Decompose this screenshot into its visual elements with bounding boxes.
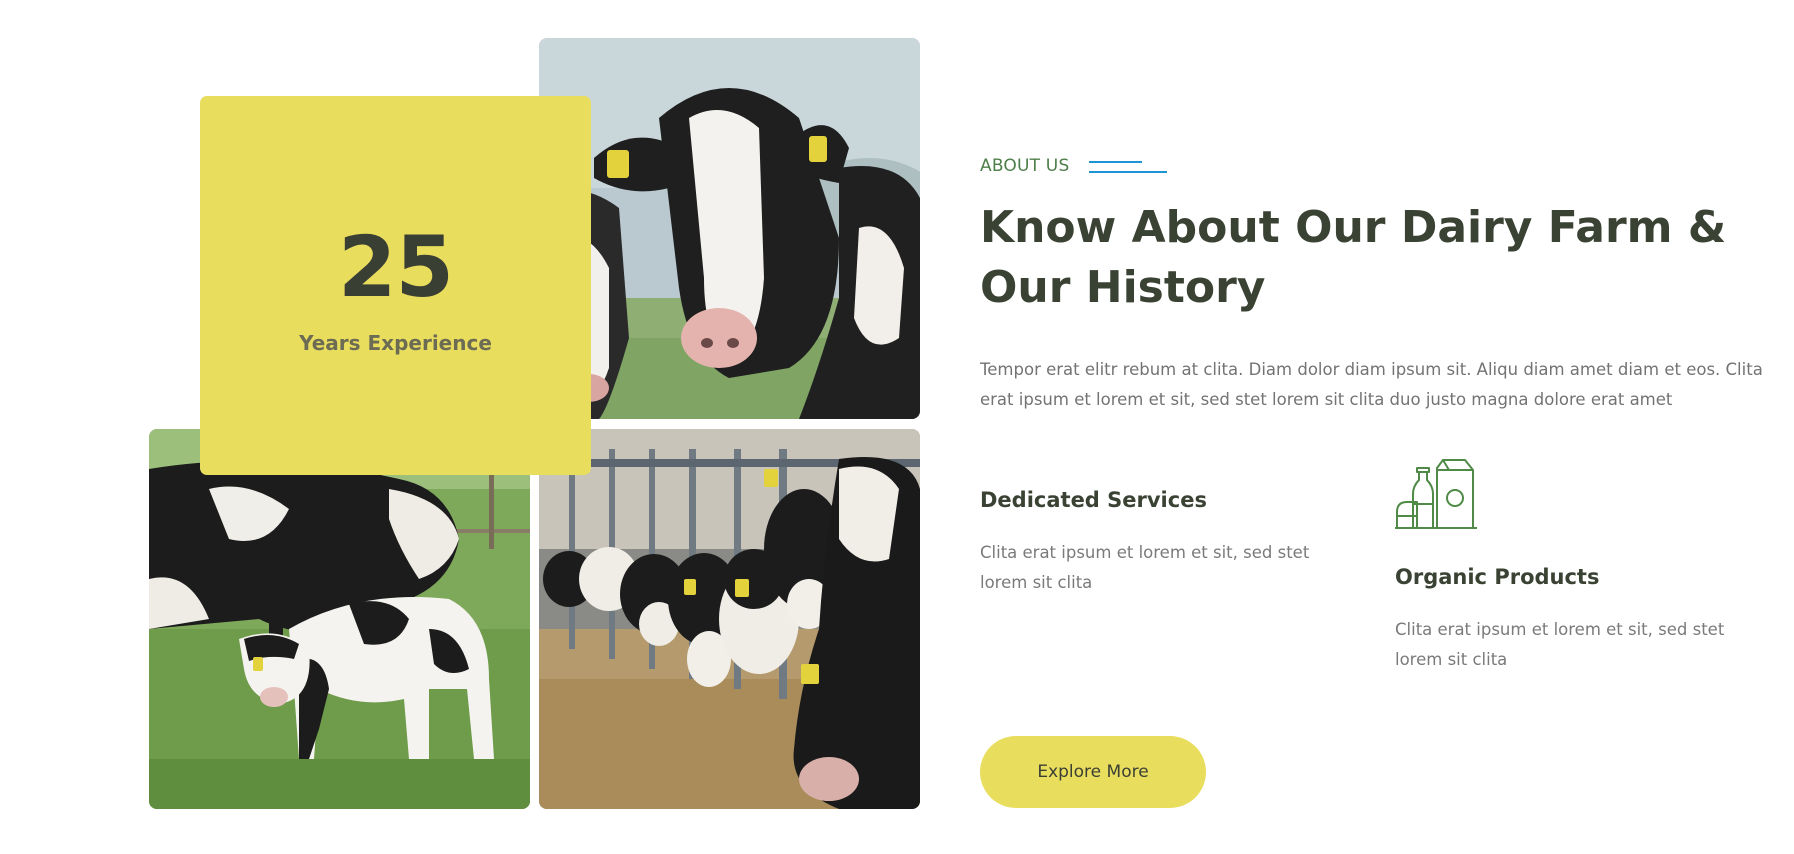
years-label: Years Experience bbox=[299, 330, 492, 355]
intro-paragraph: Tempor erat elitr rebum at clita. Diam d… bbox=[980, 360, 1763, 409]
feature-text-dedicated-services: Clita erat ipsum et lorem et sit, sed st… bbox=[980, 543, 1310, 592]
cows-feeding-barn-photo bbox=[539, 429, 920, 809]
dairy-products-icon bbox=[1395, 458, 1477, 530]
feature-title-dedicated-services: Dedicated Services bbox=[980, 488, 1207, 512]
eyebrow-decoration-lines bbox=[1089, 158, 1168, 174]
experience-card: 25 Years Experience bbox=[200, 96, 591, 475]
page-title: Know About Our Dairy Farm & Our History bbox=[980, 202, 1727, 313]
cow-and-calf-photo bbox=[149, 429, 530, 809]
section-eyebrow: ABOUT US bbox=[980, 156, 1168, 176]
eyebrow-text: ABOUT US bbox=[980, 156, 1070, 176]
cow-closeup-photo bbox=[539, 38, 920, 419]
years-count: 25 bbox=[338, 217, 454, 316]
about-section: 25 Years Experience ABOUT US Know About … bbox=[0, 0, 1794, 854]
feature-title-organic-products: Organic Products bbox=[1395, 565, 1600, 589]
explore-more-button[interactable]: Explore More bbox=[980, 736, 1206, 808]
feature-text-organic-products: Clita erat ipsum et lorem et sit, sed st… bbox=[1395, 620, 1725, 669]
